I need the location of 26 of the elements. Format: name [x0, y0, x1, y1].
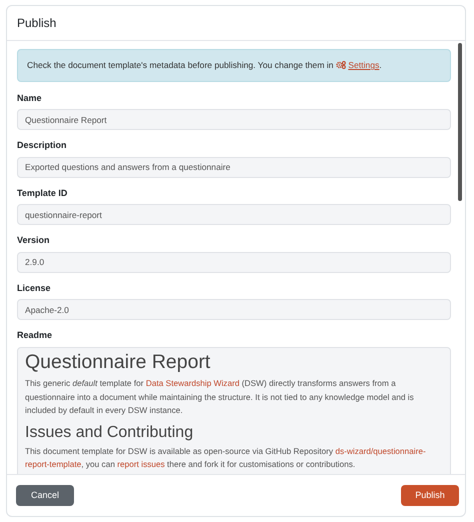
- field-label: License: [17, 282, 52, 295]
- readme-heading: Issues and Contributing: [25, 422, 194, 442]
- dialog-title: Publish: [17, 15, 56, 32]
- readme-paragraph: This generic default template for Data Stewardship Wizard (DSW) directly transforms answers from a questionnaire into a document while maintaining the structure. It is not tied to any knowledge model and is included by default in every DSW instance.: [25, 377, 415, 418]
- readme-link[interactable]: ds-wizard/questionnaire-: [335, 446, 426, 456]
- field-label: Version: [17, 234, 51, 248]
- input-field[interactable]: Apache-2.0: [17, 299, 451, 320]
- field-label: Readme: [17, 329, 54, 342]
- input-field[interactable]: Exported questions and answers from a questionnaire: [17, 156, 451, 178]
- input-field[interactable]: questionnaire-report: [17, 204, 451, 226]
- readme-link[interactable]: report-template: [25, 459, 82, 470]
- cancel-button[interactable]: Cancel: [16, 485, 74, 506]
- publish-button[interactable]: Publish: [401, 485, 459, 506]
- settings-link[interactable]: Settings: [348, 60, 380, 70]
- readme-link[interactable]: report issues: [117, 459, 165, 470]
- field-label: Template ID: [17, 186, 68, 200]
- info-alert: Check the document template's metadata before publishing. You change them in Settings.: [17, 49, 451, 82]
- gears-icon: [336, 61, 346, 69]
- input-field[interactable]: 2.9.0: [17, 252, 451, 273]
- readme-heading: Questionnaire Report: [25, 350, 212, 374]
- field-label: Description: [17, 139, 68, 152]
- readme-link[interactable]: Data Stewardship Wizard: [146, 378, 240, 388]
- readme-paragraph: This document template for DSW is available as open-source via GitHub Repository ds-wizard/questionnaire- report-template, you can report issues there and fork it for customisations or contributions.: [25, 444, 427, 472]
- input-field[interactable]: Questionnaire Report: [17, 109, 451, 130]
- scrollbar-thumb[interactable]: [458, 43, 462, 201]
- field-label: Name: [17, 92, 43, 105]
